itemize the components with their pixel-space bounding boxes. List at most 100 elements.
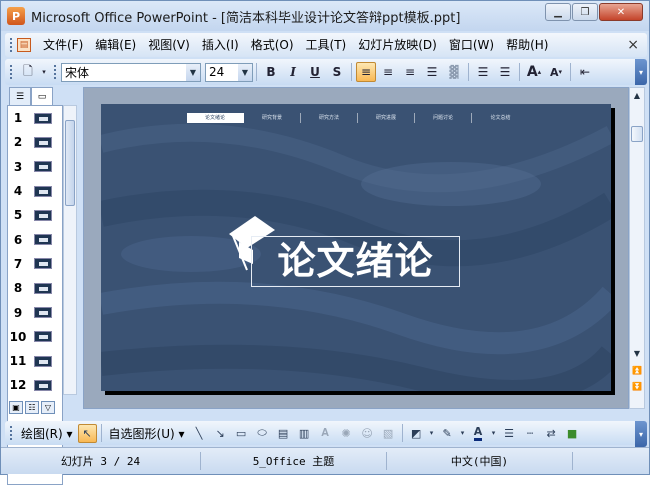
- slide-sorter-icon[interactable]: ☷: [25, 401, 39, 414]
- slide-thumbnail[interactable]: 9: [8, 300, 62, 324]
- maximize-button[interactable]: ❒: [572, 3, 598, 21]
- arrow-style-icon[interactable]: ⇄: [542, 424, 561, 443]
- 3d-style-icon[interactable]: ■: [563, 424, 582, 443]
- slide-scrollbar[interactable]: ▲ ▼ ⏫ ⏬: [629, 87, 645, 409]
- minimize-button[interactable]: ▁: [545, 3, 571, 21]
- new-document-icon[interactable]: 🗋: [18, 62, 38, 82]
- decrease-font-button[interactable]: A ▾: [546, 62, 566, 82]
- close-document-button[interactable]: ×: [627, 37, 639, 53]
- tab-slides-icon[interactable]: ▭: [31, 87, 53, 105]
- menu-window[interactable]: 窗口(W): [443, 34, 500, 56]
- distribute-icon[interactable]: ▓: [444, 62, 464, 82]
- font-color-icon[interactable]: A: [469, 424, 488, 443]
- slide-thumbnail-image[interactable]: [34, 185, 52, 197]
- current-slide[interactable]: 论文绪论 研究背景 研究方法 研究进展 问题讨论 论文总结 论文绪论: [101, 104, 611, 391]
- slide-nav-item[interactable]: 问题讨论: [415, 113, 472, 123]
- slide-thumbnail[interactable]: 1: [8, 106, 62, 130]
- chevron-down-icon[interactable]: ▾: [428, 424, 436, 443]
- slide-thumbnail-image[interactable]: [34, 379, 52, 391]
- normal-view-icon[interactable]: ▣: [9, 401, 23, 414]
- menu-format[interactable]: 格式(O): [245, 34, 300, 56]
- diagram-icon[interactable]: ✺: [337, 424, 356, 443]
- italic-button[interactable]: I: [283, 62, 303, 82]
- slide-title-box[interactable]: 论文绪论: [251, 236, 460, 287]
- clip-art-icon[interactable]: ☺: [358, 424, 377, 443]
- increase-font-button[interactable]: A ▴: [524, 62, 544, 82]
- line-color-icon[interactable]: ✎: [438, 424, 457, 443]
- menu-tools[interactable]: 工具(T): [300, 34, 353, 56]
- draw-menu-button[interactable]: 绘图(R) ▾: [17, 425, 77, 442]
- select-objects-icon[interactable]: ↖: [77, 423, 97, 443]
- slideshow-view-icon[interactable]: ▽: [41, 401, 55, 414]
- menu-insert[interactable]: 插入(I): [196, 34, 245, 56]
- insert-picture-icon[interactable]: ▧: [379, 424, 398, 443]
- scroll-up-icon[interactable]: ▲: [630, 88, 644, 102]
- slide-nav-item[interactable]: 研究方法: [301, 113, 358, 123]
- slide-thumbnail-image[interactable]: [34, 234, 52, 246]
- document-icon[interactable]: ▤: [17, 38, 31, 52]
- numbering-icon[interactable]: ☰: [473, 62, 493, 82]
- chevron-down-icon[interactable]: ▾: [490, 424, 498, 443]
- font-name-select[interactable]: 宋体 ▼: [61, 62, 201, 82]
- align-left-icon[interactable]: ≡: [356, 62, 376, 82]
- rectangle-tool-icon[interactable]: ▭: [232, 424, 251, 443]
- slide-thumbnail-image[interactable]: [34, 307, 52, 319]
- bullets-icon[interactable]: ☰: [495, 62, 515, 82]
- vertical-text-box-icon[interactable]: ▥: [295, 424, 314, 443]
- wordart-icon[interactable]: 𝐀: [316, 424, 335, 443]
- slides-pane-scrollbar[interactable]: [63, 105, 77, 395]
- scroll-thumb[interactable]: [631, 126, 643, 142]
- slide-thumbnail[interactable]: 2: [8, 130, 62, 154]
- underline-button[interactable]: U: [305, 62, 325, 82]
- line-tool-icon[interactable]: ╲: [190, 424, 209, 443]
- arrow-tool-icon[interactable]: ↘: [211, 424, 230, 443]
- chevron-down-icon[interactable]: ▾: [459, 424, 467, 443]
- slide-thumbnail[interactable]: 4: [8, 179, 62, 203]
- drawbar-options-icon[interactable]: ▾: [635, 421, 647, 447]
- chevron-down-icon[interactable]: ▼: [186, 63, 200, 81]
- toolbar-grip[interactable]: [9, 64, 13, 80]
- shadow-button[interactable]: S: [327, 62, 347, 82]
- slide-thumbnail[interactable]: 8: [8, 276, 62, 300]
- drawbar-grip[interactable]: [9, 425, 13, 441]
- slide-thumbnail[interactable]: 7: [8, 252, 62, 276]
- powerpoint-app-icon[interactable]: P: [7, 7, 25, 25]
- slide-nav-item[interactable]: 论文总结: [472, 113, 529, 123]
- scroll-down-icon[interactable]: ▼: [630, 346, 644, 360]
- fill-color-icon[interactable]: ◩: [407, 424, 426, 443]
- slide-thumbnail-image[interactable]: [34, 355, 52, 367]
- menu-slideshow[interactable]: 幻灯片放映(D): [352, 34, 443, 56]
- new-dropdown-icon[interactable]: ▾: [40, 62, 48, 82]
- menu-edit[interactable]: 编辑(E): [89, 34, 142, 56]
- slide-thumbnail-image[interactable]: [34, 136, 52, 148]
- slide-thumbnail-image[interactable]: [34, 258, 52, 270]
- slide-thumbnail[interactable]: 11: [8, 349, 62, 373]
- slide-thumbnail-image[interactable]: [34, 209, 52, 221]
- decrease-indent-icon[interactable]: ⇤: [575, 62, 595, 82]
- align-right-icon[interactable]: ≡: [400, 62, 420, 82]
- slide-thumbnail[interactable]: 5: [8, 203, 62, 227]
- line-style-icon[interactable]: ☰: [500, 424, 519, 443]
- slide-thumbnail[interactable]: 12: [8, 373, 62, 397]
- chevron-down-icon[interactable]: ▼: [238, 63, 252, 81]
- slide-thumbnail-image[interactable]: [34, 112, 52, 124]
- align-center-icon[interactable]: ≡: [378, 62, 398, 82]
- bold-button[interactable]: B: [261, 62, 281, 82]
- next-slide-icon[interactable]: ⏬: [631, 380, 643, 393]
- font-size-select[interactable]: 24 ▼: [205, 62, 253, 82]
- slide-nav-item[interactable]: 研究进展: [358, 113, 415, 123]
- oval-tool-icon[interactable]: ⬭: [253, 424, 272, 443]
- close-window-button[interactable]: ✕: [599, 3, 643, 21]
- menu-file[interactable]: 文件(F): [37, 34, 89, 56]
- slide-thumbnail-image[interactable]: [34, 282, 52, 294]
- justify-icon[interactable]: ☰: [422, 62, 442, 82]
- slide-thumbnail[interactable]: 3: [8, 155, 62, 179]
- tab-outline-icon[interactable]: ☰: [9, 87, 31, 105]
- autoshapes-button[interactable]: 自选图形(U) ▾: [105, 425, 189, 442]
- scroll-thumb[interactable]: [65, 120, 75, 206]
- slide-thumbnail[interactable]: 6: [8, 227, 62, 251]
- slide-thumbnail-image[interactable]: [34, 331, 52, 343]
- slide-thumbnail-image[interactable]: [34, 161, 52, 173]
- menu-help[interactable]: 帮助(H): [500, 34, 554, 56]
- slide-nav-item[interactable]: 研究背景: [244, 113, 301, 123]
